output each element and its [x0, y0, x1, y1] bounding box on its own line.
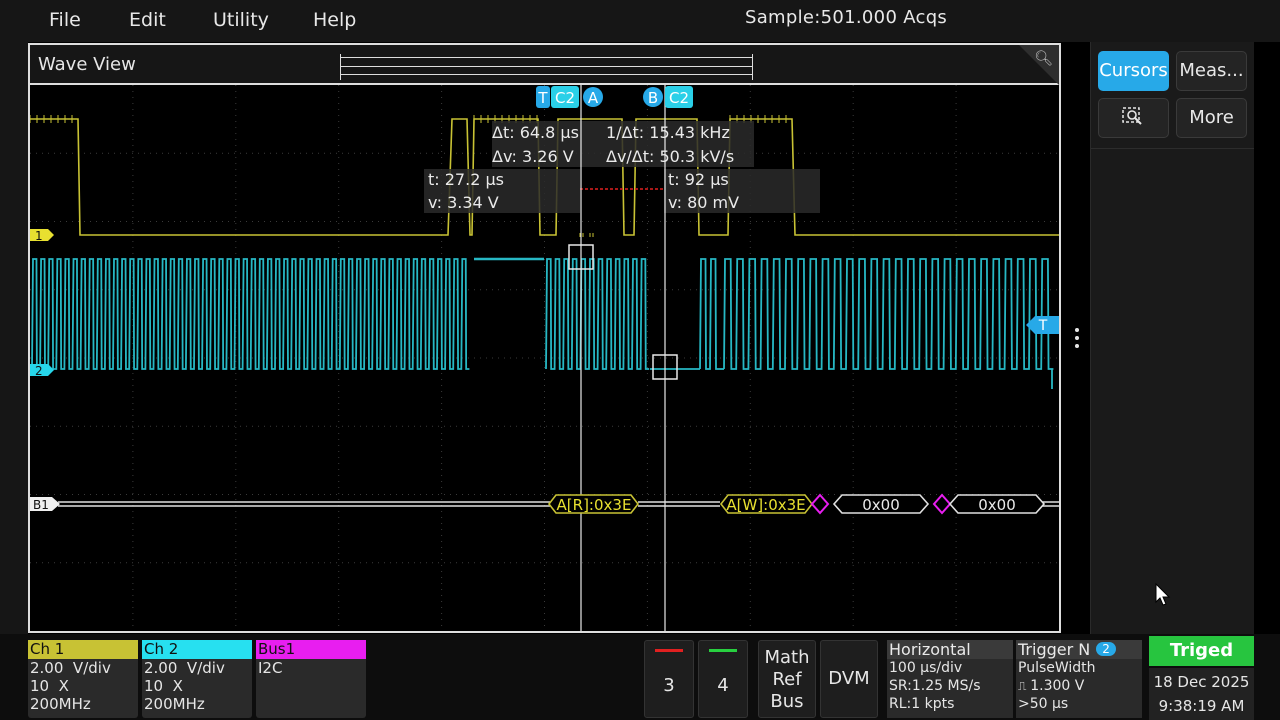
- delta-v-per-t-text: Δv/Δt: 50.3 kV/s: [606, 147, 734, 166]
- ch2-burst: [699, 258, 720, 370]
- ch2-scale: 2.00 V/div: [144, 659, 225, 677]
- date-time-box: 18 Dec 2025 9:38:19 AM: [1149, 668, 1254, 720]
- bus-ack-mark: [810, 493, 830, 515]
- wave-view-header: Wave View 🔍︎: [30, 45, 1059, 85]
- ch4-button[interactable]: 4: [698, 640, 748, 718]
- bus1-protocol: I2C: [258, 659, 283, 677]
- ch2-bandwidth: 200MHz: [144, 695, 205, 713]
- acquisition-count: Sample:501.000 Acqs: [745, 7, 948, 28]
- record-length: RL:1 kpts: [889, 696, 955, 712]
- trigger-level-letter: T: [1038, 318, 1048, 334]
- bus-data-2-text: 0x00: [978, 496, 1016, 514]
- math-ref-bus-button[interactable]: Math Ref Bus: [758, 640, 816, 718]
- ch2-burst: [31, 258, 470, 370]
- bus1-settings-box[interactable]: Bus1 I2C: [256, 640, 366, 718]
- trigger-position-letter: T: [537, 89, 548, 107]
- timebase-overview-bar[interactable]: [340, 54, 753, 80]
- menu-bar: File Edit Utility Help Sample:501.000 Ac…: [0, 0, 1280, 42]
- delta-t-text: Δt: 64.8 µs: [492, 123, 579, 142]
- trigger-type: PulseWidth: [1018, 660, 1096, 676]
- dvm-button[interactable]: DVM: [820, 640, 878, 718]
- zoom-icon[interactable]: 🔍︎: [1034, 49, 1053, 67]
- ch1-settings-box[interactable]: Ch 1 2.00 V/div 10 X 200MHz: [28, 640, 138, 718]
- horizontal-title: Horizontal: [887, 640, 1013, 659]
- ch1-marker-label: 1: [35, 229, 43, 243]
- math-label: Math: [764, 647, 810, 668]
- ch2-burst: [723, 258, 1054, 370]
- left-strip: [0, 42, 28, 634]
- ch3-label: 3: [663, 675, 675, 696]
- trigger-condition: >50 µs: [1018, 696, 1069, 712]
- time-text: 9:38:19 AM: [1158, 697, 1245, 715]
- trigger-title: Trigger N: [1018, 640, 1091, 659]
- measure-button[interactable]: Meas...: [1176, 51, 1247, 91]
- cursor-b-source-text: C2: [669, 89, 689, 107]
- ch3-button[interactable]: 3: [644, 640, 694, 718]
- cursor-a-voltage: v: 3.34 V: [428, 193, 499, 212]
- bus-b1-label: B1: [33, 498, 49, 512]
- zoom-select-icon: [1121, 107, 1142, 125]
- ch2-settings-box[interactable]: Ch 2 2.00 V/div 10 X 200MHz: [142, 640, 252, 718]
- wave-view-panel: Wave View 🔍︎ Δt: 64.8 µs 1/Δt: 15.43 kHz…: [28, 43, 1061, 633]
- bus-label: Bus: [770, 691, 804, 712]
- more-button[interactable]: More: [1176, 98, 1247, 138]
- cursors-button[interactable]: Cursors: [1098, 51, 1169, 91]
- ref-label: Ref: [772, 669, 802, 690]
- inverse-delta-t-text: 1/Δt: 15.43 kHz: [606, 123, 730, 142]
- horizontal-settings-box[interactable]: Horizontal 100 µs/div SR:1.25 MS/s RL:1 …: [887, 640, 1013, 718]
- waveform-plot[interactable]: Δt: 64.8 µs 1/Δt: 15.43 kHz Δv: 3.26 V Δ…: [30, 85, 1059, 631]
- ch1-bandwidth: 200MHz: [30, 695, 91, 713]
- right-control-panel: Cursors Meas... More: [1090, 42, 1254, 634]
- horizontal-scale: 100 µs/div: [889, 660, 963, 676]
- mouse-pointer-icon: [1155, 582, 1171, 606]
- bottom-status-bar: Ch 1 2.00 V/div 10 X 200MHz Ch 2 2.00 V/…: [0, 634, 1280, 720]
- cursor-a-time: t: 27.2 µs: [428, 170, 504, 189]
- ch4-label: 4: [717, 675, 729, 696]
- date-text: 18 Dec 2025: [1153, 673, 1250, 691]
- menu-file[interactable]: File: [49, 9, 81, 31]
- cursor-a-source-text: C2: [555, 89, 575, 107]
- menu-help[interactable]: Help: [313, 9, 356, 31]
- trigger-settings-box[interactable]: Trigger N 2 PulseWidth ⎍ 1.300 V >50 µs: [1016, 640, 1142, 718]
- bus-addr-write-text: A[W]:0x3E: [726, 496, 805, 514]
- sample-rate: SR:1.25 MS/s: [889, 678, 981, 694]
- more-options-icon[interactable]: [1070, 328, 1084, 352]
- menu-utility[interactable]: Utility: [213, 9, 269, 31]
- bus-ack-mark-2: [932, 493, 952, 515]
- ch1-probe: 10 X: [30, 677, 69, 695]
- ch2-burst: [545, 258, 650, 370]
- ch1-label: Ch 1: [28, 640, 138, 659]
- cursor-b-voltage: v: 80 mV: [668, 193, 739, 212]
- ch2-marker-label: 2: [35, 364, 43, 378]
- zoom-select-button[interactable]: [1098, 98, 1169, 138]
- bus1-label: Bus1: [256, 640, 366, 659]
- ch2-label: Ch 2: [142, 640, 252, 659]
- ch2-probe: 10 X: [144, 677, 183, 695]
- wave-view-title: Wave View: [38, 54, 136, 75]
- ch1-scale: 2.00 V/div: [30, 659, 111, 677]
- trigger-source-badge: 2: [1096, 642, 1116, 656]
- ch2-waveform: [31, 257, 1054, 389]
- cursor-a-letter: A: [588, 89, 599, 107]
- bus-addr-read-text: A[R]:0x3E: [557, 496, 632, 514]
- pulse-icon: ⎍: [1018, 679, 1031, 693]
- delta-v-text: Δv: 3.26 V: [492, 147, 574, 166]
- cursor-b-time: t: 92 µs: [668, 170, 729, 189]
- cursor-b-letter: B: [648, 89, 658, 107]
- trigger-level: 1.300 V: [1030, 678, 1085, 694]
- bus-data-1-text: 0x00: [862, 496, 900, 514]
- menu-edit[interactable]: Edit: [129, 9, 166, 31]
- trigger-status-badge[interactable]: Triged: [1149, 636, 1254, 666]
